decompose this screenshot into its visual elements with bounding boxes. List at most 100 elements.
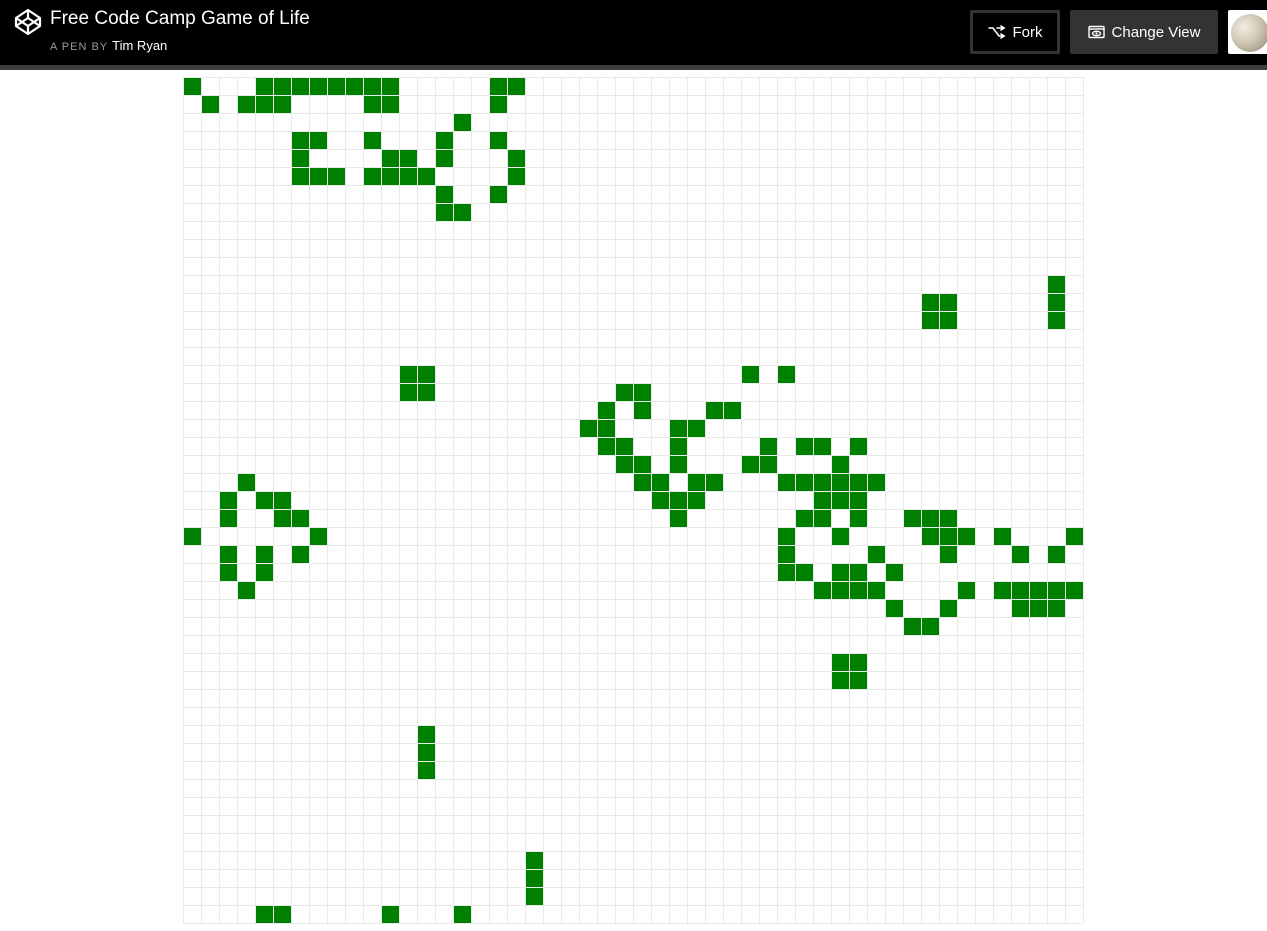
live-cell[interactable] [850, 474, 867, 491]
live-cell[interactable] [310, 528, 327, 545]
live-cell[interactable] [382, 96, 399, 113]
live-cell[interactable] [256, 564, 273, 581]
live-cell[interactable] [832, 456, 849, 473]
live-cell[interactable] [994, 528, 1011, 545]
live-cell[interactable] [490, 96, 507, 113]
live-cell[interactable] [832, 582, 849, 599]
live-cell[interactable] [400, 384, 417, 401]
live-cell[interactable] [1012, 600, 1029, 617]
live-cell[interactable] [436, 186, 453, 203]
live-cell[interactable] [850, 582, 867, 599]
live-cell[interactable] [616, 438, 633, 455]
live-cell[interactable] [256, 906, 273, 923]
live-cell[interactable] [328, 168, 345, 185]
live-cell[interactable] [940, 546, 957, 563]
live-cell[interactable] [850, 438, 867, 455]
live-cell[interactable] [184, 528, 201, 545]
live-cell[interactable] [256, 546, 273, 563]
live-cell[interactable] [454, 906, 471, 923]
live-cell[interactable] [256, 78, 273, 95]
live-cell[interactable] [778, 546, 795, 563]
live-cell[interactable] [364, 96, 381, 113]
change-view-button[interactable]: Change View [1070, 10, 1218, 54]
live-cell[interactable] [598, 420, 615, 437]
live-cell[interactable] [670, 510, 687, 527]
live-cell[interactable] [634, 456, 651, 473]
live-cell[interactable] [184, 78, 201, 95]
live-cell[interactable] [814, 582, 831, 599]
live-cell[interactable] [400, 150, 417, 167]
live-cell[interactable] [814, 510, 831, 527]
live-cell[interactable] [634, 474, 651, 491]
live-cell[interactable] [616, 384, 633, 401]
live-cell[interactable] [274, 492, 291, 509]
live-cell[interactable] [292, 132, 309, 149]
live-cell[interactable] [670, 456, 687, 473]
live-cell[interactable] [400, 168, 417, 185]
live-cell[interactable] [310, 168, 327, 185]
live-cell[interactable] [346, 78, 363, 95]
live-cell[interactable] [598, 438, 615, 455]
live-cell[interactable] [580, 420, 597, 437]
live-cell[interactable] [796, 510, 813, 527]
live-cell[interactable] [886, 600, 903, 617]
live-cell[interactable] [796, 564, 813, 581]
live-cell[interactable] [832, 528, 849, 545]
live-cell[interactable] [886, 564, 903, 581]
live-cell[interactable] [220, 510, 237, 527]
live-cell[interactable] [1048, 276, 1065, 293]
live-cell[interactable] [598, 402, 615, 419]
live-cell[interactable] [238, 96, 255, 113]
live-cell[interactable] [274, 78, 291, 95]
live-cell[interactable] [508, 78, 525, 95]
live-cell[interactable] [850, 564, 867, 581]
live-cell[interactable] [814, 474, 831, 491]
author-link[interactable]: Tim Ryan [112, 38, 167, 53]
live-cell[interactable] [1048, 546, 1065, 563]
live-cell[interactable] [850, 492, 867, 509]
live-cell[interactable] [382, 906, 399, 923]
live-cell[interactable] [202, 96, 219, 113]
live-cell[interactable] [364, 132, 381, 149]
live-cell[interactable] [256, 492, 273, 509]
live-cell[interactable] [526, 870, 543, 887]
live-cell[interactable] [1066, 582, 1083, 599]
live-cell[interactable] [940, 528, 957, 545]
live-cell[interactable] [922, 618, 939, 635]
live-cell[interactable] [796, 438, 813, 455]
user-avatar[interactable] [1228, 10, 1267, 54]
live-cell[interactable] [364, 168, 381, 185]
live-cell[interactable] [310, 132, 327, 149]
live-cell[interactable] [1048, 294, 1065, 311]
live-cell[interactable] [310, 78, 327, 95]
live-cell[interactable] [742, 366, 759, 383]
live-cell[interactable] [238, 474, 255, 491]
live-cell[interactable] [364, 78, 381, 95]
live-cell[interactable] [454, 114, 471, 131]
live-cell[interactable] [832, 492, 849, 509]
live-cell[interactable] [292, 150, 309, 167]
live-cell[interactable] [1048, 600, 1065, 617]
live-cell[interactable] [328, 78, 345, 95]
live-cell[interactable] [418, 366, 435, 383]
live-cell[interactable] [850, 654, 867, 671]
live-cell[interactable] [418, 168, 435, 185]
live-cell[interactable] [688, 492, 705, 509]
live-cell[interactable] [670, 420, 687, 437]
live-cell[interactable] [382, 78, 399, 95]
live-cell[interactable] [868, 474, 885, 491]
live-cell[interactable] [670, 492, 687, 509]
live-cell[interactable] [1048, 582, 1065, 599]
live-cell[interactable] [292, 78, 309, 95]
live-cell[interactable] [940, 600, 957, 617]
live-cell[interactable] [760, 456, 777, 473]
live-cell[interactable] [868, 582, 885, 599]
live-cell[interactable] [616, 456, 633, 473]
live-cell[interactable] [220, 492, 237, 509]
live-cell[interactable] [832, 672, 849, 689]
live-cell[interactable] [526, 852, 543, 869]
live-cell[interactable] [1030, 582, 1047, 599]
live-cell[interactable] [778, 366, 795, 383]
live-cell[interactable] [652, 492, 669, 509]
live-cell[interactable] [292, 546, 309, 563]
